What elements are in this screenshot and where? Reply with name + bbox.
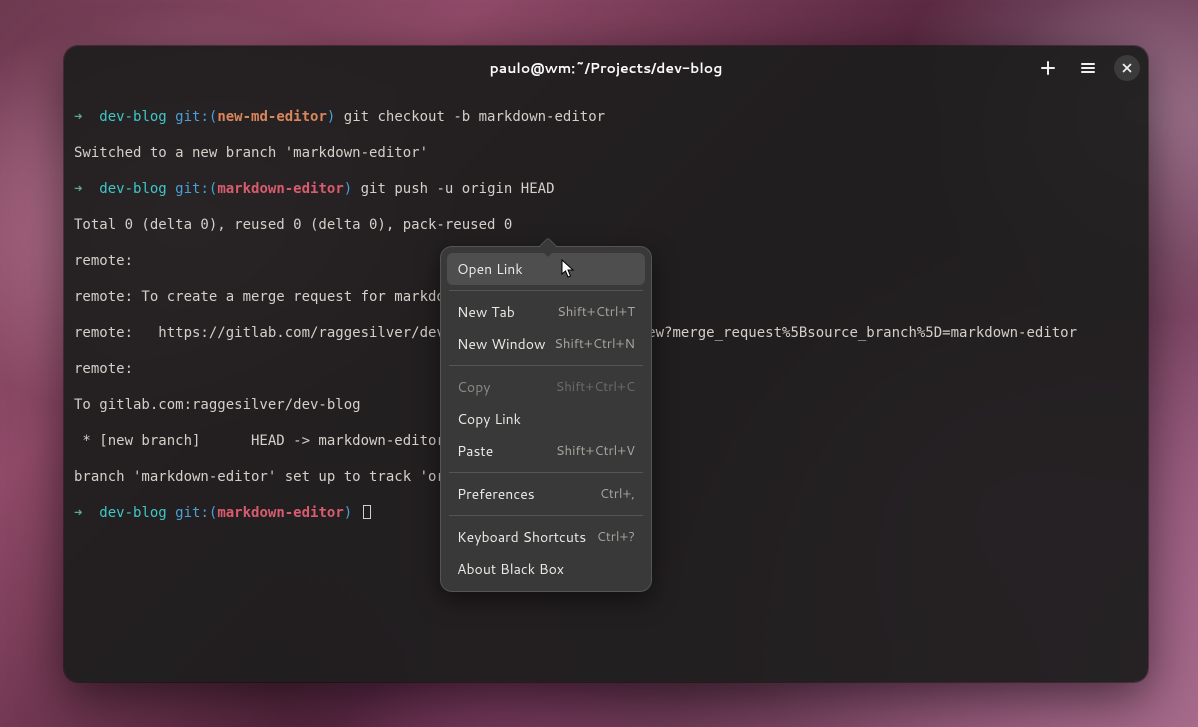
menu-label: New Tab: [457, 302, 515, 322]
prompt-arrow: ➜: [74, 109, 82, 125]
menu-shortcut: Ctrl+?: [597, 528, 635, 546]
menu-separator: [449, 365, 643, 366]
menu-shortcut: Shift+Ctrl+T: [557, 303, 635, 321]
prompt-arrow: ➜: [74, 505, 82, 521]
output-line: Switched to a new branch 'markdown-edito…: [74, 144, 1138, 162]
prompt-paren-close: ): [344, 181, 352, 197]
menu-label: Paste: [457, 441, 493, 461]
prompt-git: git:: [175, 181, 209, 197]
menu-new-tab[interactable]: New Tab Shift+Ctrl+T: [447, 296, 645, 328]
output-line: Total 0 (delta 0), reused 0 (delta 0), p…: [74, 216, 1138, 234]
menu-paste[interactable]: Paste Shift+Ctrl+V: [447, 435, 645, 467]
menu-open-link[interactable]: Open Link: [447, 253, 645, 285]
plus-icon: [1040, 60, 1056, 76]
menu-keyboard-shortcuts[interactable]: Keyboard Shortcuts Ctrl+?: [447, 521, 645, 553]
prompt-git: git:: [175, 109, 209, 125]
close-button[interactable]: [1114, 55, 1140, 81]
menu-copy-link[interactable]: Copy Link: [447, 403, 645, 435]
command-text: git push -u origin HEAD: [352, 181, 554, 197]
prompt-dir: dev-blog: [99, 181, 166, 197]
cursor-block: [363, 505, 371, 519]
hamburger-icon: [1080, 60, 1096, 76]
menu-shortcut: Shift+Ctrl+N: [554, 335, 635, 353]
menu-label: Open Link: [457, 259, 523, 279]
prompt-git: git:: [175, 505, 209, 521]
hamburger-menu-button[interactable]: [1074, 54, 1102, 82]
menu-label: Keyboard Shortcuts: [457, 527, 586, 547]
context-menu: Open Link New Tab Shift+Ctrl+T New Windo…: [440, 246, 652, 592]
menu-preferences[interactable]: Preferences Ctrl+,: [447, 478, 645, 510]
menu-about[interactable]: About Black Box: [447, 553, 645, 585]
new-tab-button[interactable]: [1034, 54, 1062, 82]
titlebar[interactable]: paulo@wm:~/Projects/dev-blog: [64, 46, 1148, 90]
prompt-arrow: ➜: [74, 181, 82, 197]
menu-label: Copy Link: [457, 409, 521, 429]
prompt-dir: dev-blog: [99, 109, 166, 125]
menu-label: New Window: [457, 334, 546, 354]
command-text: git checkout -b markdown-editor: [335, 109, 605, 125]
menu-shortcut: Shift+Ctrl+C: [556, 378, 635, 396]
menu-label: Copy: [457, 377, 491, 397]
menu-shortcut: Ctrl+,: [600, 485, 635, 503]
menu-label: About Black Box: [457, 559, 564, 579]
menu-separator: [449, 290, 643, 291]
branch-name: markdown-editor: [217, 505, 343, 521]
prompt-dir: dev-blog: [99, 505, 166, 521]
menu-label: Preferences: [457, 484, 535, 504]
menu-copy: Copy Shift+Ctrl+C: [447, 371, 645, 403]
branch-name: markdown-editor: [217, 181, 343, 197]
close-icon: [1120, 61, 1134, 75]
titlebar-controls: [1034, 46, 1140, 90]
menu-separator: [449, 472, 643, 473]
prompt-paren-close: ): [344, 505, 352, 521]
menu-shortcut: Shift+Ctrl+V: [556, 442, 635, 460]
menu-new-window[interactable]: New Window Shift+Ctrl+N: [447, 328, 645, 360]
menu-separator: [449, 515, 643, 516]
branch-name: new-md-editor: [217, 109, 327, 125]
window-title: paulo@wm:~/Projects/dev-blog: [490, 58, 723, 78]
